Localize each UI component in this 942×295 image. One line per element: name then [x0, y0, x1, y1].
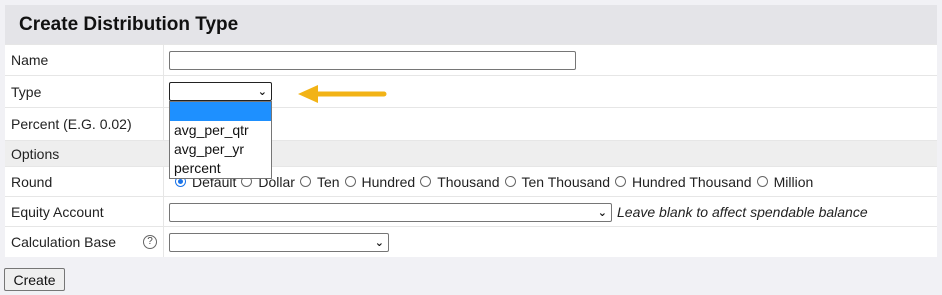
form-panel: Create Distribution Type Name Type ⌄ Per…	[5, 5, 937, 257]
round-option-ten[interactable]: Ten	[299, 174, 340, 190]
options-label: Options	[11, 145, 60, 162]
chevron-down-icon: ⌄	[374, 237, 384, 249]
round-option-million[interactable]: Million	[756, 174, 813, 190]
radio-button[interactable]	[344, 176, 356, 187]
type-label: Type	[11, 83, 42, 100]
radio-button[interactable]	[756, 176, 768, 187]
help-icon[interactable]: ?	[143, 235, 157, 249]
equity-label: Equity Account	[11, 203, 104, 220]
options-header-row: Options	[5, 140, 937, 166]
equity-select[interactable]: ⌄	[169, 203, 612, 222]
percent-label: Percent (E.G. 0.02)	[11, 116, 132, 132]
type-option-percent[interactable]: percent	[170, 159, 271, 178]
name-row: Name	[5, 44, 937, 75]
chevron-down-icon: ⌄	[597, 207, 607, 219]
name-label: Name	[11, 52, 49, 68]
round-option-ten-thousand[interactable]: Ten Thousand	[504, 174, 610, 190]
equity-hint: Leave blank to affect spendable balance	[617, 203, 868, 220]
round-row: Round Default Dollar Ten Hundred Thousan…	[5, 166, 937, 196]
page-title: Create Distribution Type	[5, 5, 937, 44]
radio-button[interactable]	[299, 176, 311, 187]
round-option-hundred-thousand[interactable]: Hundred Thousand	[614, 174, 752, 190]
equity-row: Equity Account ⌄ Leave blank to affect s…	[5, 196, 937, 226]
type-option-blank[interactable]	[170, 102, 271, 121]
chevron-down-icon: ⌄	[257, 86, 267, 98]
radio-button[interactable]	[504, 176, 516, 187]
percent-row: Percent (E.G. 0.02)	[5, 107, 937, 140]
type-dropdown-list: avg_per_qtr avg_per_yr percent	[169, 101, 272, 179]
calc-base-select[interactable]: ⌄	[169, 233, 389, 252]
radio-button[interactable]	[614, 176, 626, 187]
calc-base-label: Calculation Base	[11, 234, 117, 250]
arrow-left-icon	[298, 85, 387, 103]
calc-base-row: Calculation Base ? ⌄	[5, 226, 937, 257]
round-option-hundred[interactable]: Hundred	[344, 174, 415, 190]
type-option-avg-per-yr[interactable]: avg_per_yr	[170, 140, 271, 159]
radio-button[interactable]	[420, 176, 432, 187]
round-label: Round	[11, 173, 53, 190]
round-option-thousand[interactable]: Thousand	[420, 174, 500, 190]
type-row: Type ⌄	[5, 75, 937, 107]
create-button[interactable]: Create	[4, 268, 65, 291]
type-select[interactable]: ⌄	[169, 82, 272, 101]
name-input[interactable]	[169, 51, 576, 70]
type-option-avg-per-qtr[interactable]: avg_per_qtr	[170, 121, 271, 140]
